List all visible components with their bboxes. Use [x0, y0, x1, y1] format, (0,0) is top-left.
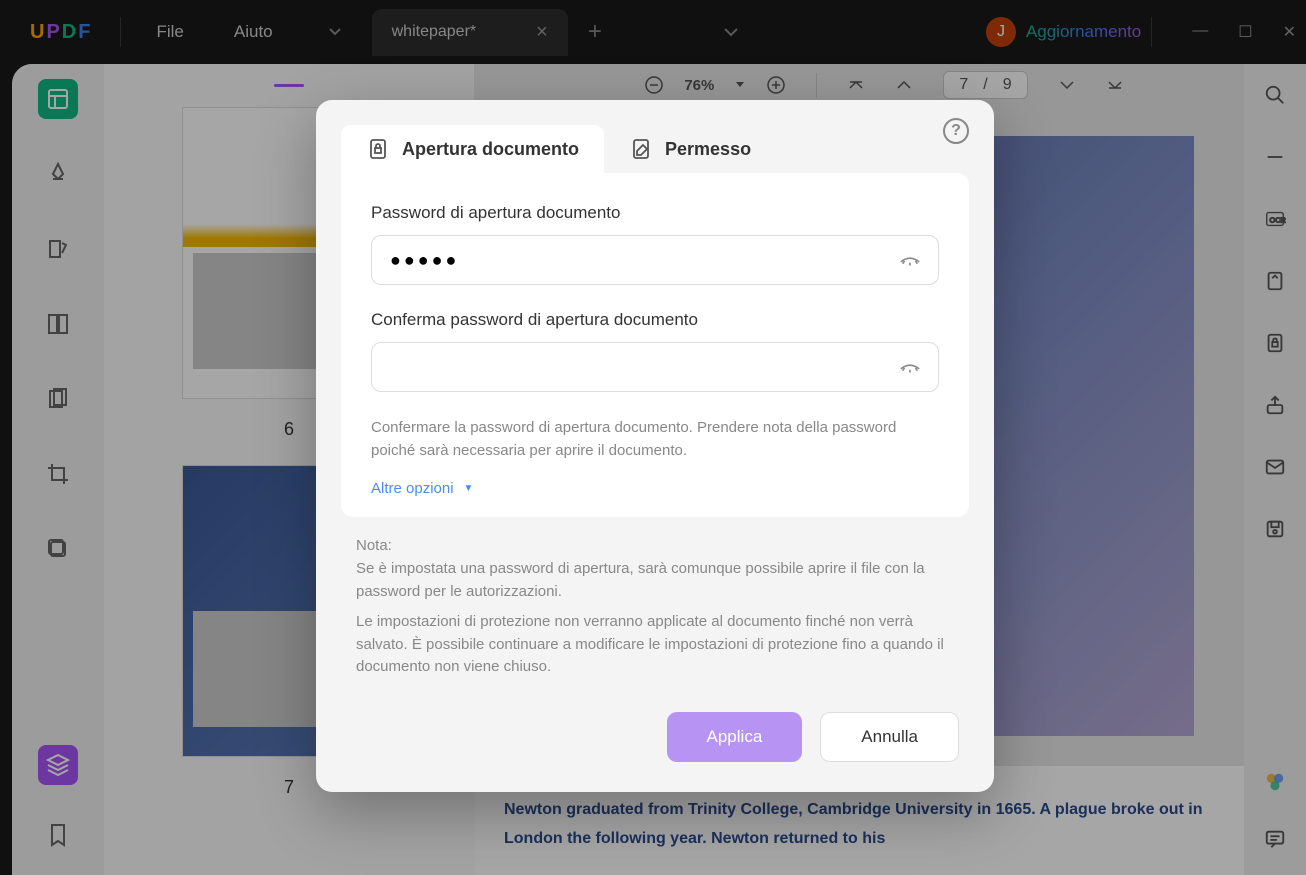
- note-text-1: Se è impostata una password di apertura,…: [356, 558, 954, 603]
- help-button[interactable]: ?: [943, 118, 969, 144]
- password-label: Password di apertura documento: [371, 203, 939, 223]
- more-options-label: Altre opzioni: [371, 480, 454, 497]
- dialog-buttons: Applica Annulla: [316, 687, 994, 767]
- note-text-2: Le impostazioni di protezione non verran…: [356, 611, 954, 679]
- confirm-password-label: Conferma password di apertura documento: [371, 310, 939, 330]
- tab-document-open[interactable]: Apertura documento: [341, 125, 604, 173]
- dialog-tabs: Apertura documento Permesso: [316, 100, 994, 173]
- eye-toggle-icon[interactable]: [899, 249, 921, 271]
- eye-toggle-icon[interactable]: [899, 356, 921, 378]
- tab-label: Permesso: [665, 139, 751, 160]
- dialog-note: Nota: Se è impostata una password di ape…: [316, 517, 994, 679]
- dialog-body: Password di apertura documento Conferma …: [341, 173, 969, 517]
- document-lock-icon: [366, 137, 390, 161]
- more-options-link[interactable]: Altre opzioni ▼: [371, 480, 939, 497]
- confirm-input-wrap: [371, 342, 939, 392]
- chevron-down-icon: ▼: [464, 483, 474, 494]
- note-title: Nota:: [356, 537, 954, 554]
- password-input[interactable]: [371, 235, 939, 285]
- tab-permission[interactable]: Permesso: [604, 125, 776, 173]
- cancel-button[interactable]: Annulla: [820, 712, 959, 762]
- password-input-wrap: [371, 235, 939, 285]
- document-pen-icon: [629, 137, 653, 161]
- tab-label: Apertura documento: [402, 139, 579, 160]
- help-text: Confermare la password di apertura docum…: [371, 417, 939, 462]
- password-dialog: ? Apertura documento Permesso Password d…: [316, 100, 994, 792]
- confirm-password-input[interactable]: [371, 342, 939, 392]
- apply-button[interactable]: Applica: [667, 712, 803, 762]
